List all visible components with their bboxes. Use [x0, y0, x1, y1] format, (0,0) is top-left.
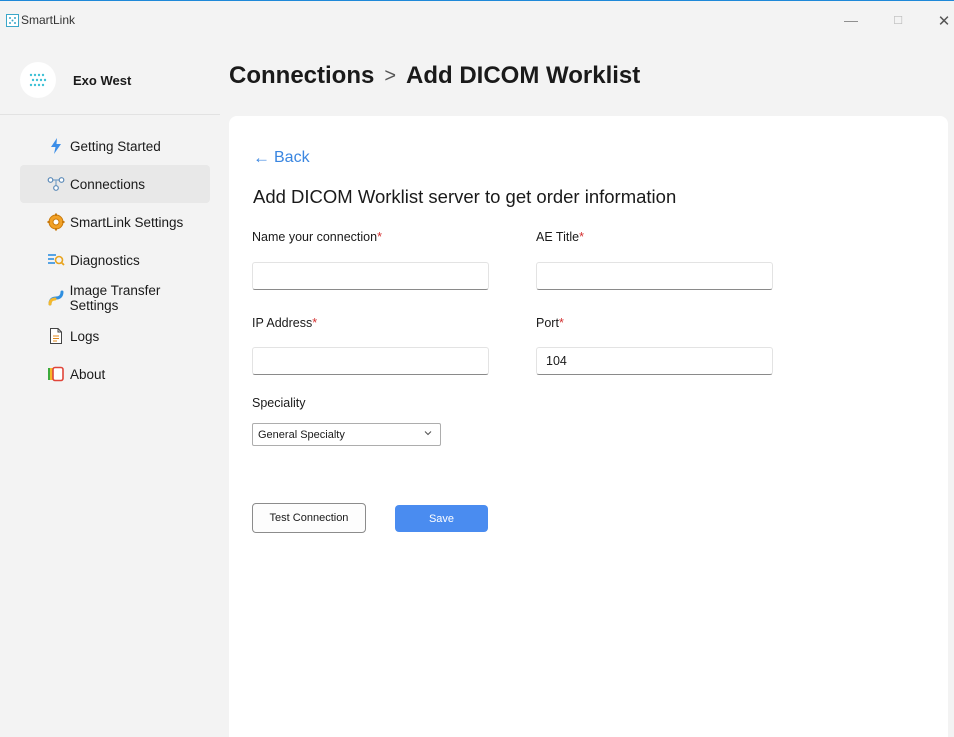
save-button[interactable]: Save: [395, 505, 488, 532]
exo-logo-icon: [29, 73, 47, 87]
content-card: ← Back Add DICOM Worklist server to get …: [229, 116, 948, 737]
transfer-icon: [46, 288, 66, 308]
about-icon: [46, 364, 66, 384]
sidebar: Exo West Getting Started Connections Sma…: [0, 40, 220, 737]
speciality-select[interactable]: General Specialty: [252, 423, 441, 446]
breadcrumb: Connections > Add DICOM Worklist: [229, 62, 640, 90]
close-button[interactable]: ✕: [934, 12, 954, 30]
sidebar-item-label: Logs: [70, 328, 100, 344]
profile[interactable]: Exo West: [20, 60, 131, 100]
smartlink-logo-icon: [6, 14, 19, 27]
label-text: AE Title: [536, 230, 580, 244]
test-connection-button[interactable]: Test Connection: [252, 503, 366, 533]
sidebar-item-image-transfer-settings[interactable]: Image Transfer Settings: [20, 279, 210, 317]
maximize-button[interactable]: ☐: [888, 14, 908, 27]
sidebar-item-label: Image Transfer Settings: [69, 283, 161, 313]
label-text: IP Address: [252, 316, 313, 330]
speciality-selected: General Specialty: [258, 428, 345, 441]
title-bar: SmartLink — ☐ ✕: [0, 0, 954, 40]
ip-address-input[interactable]: [252, 347, 489, 375]
port-label: Port*: [536, 316, 564, 330]
required-marker: *: [579, 230, 584, 244]
divider: [0, 114, 220, 115]
sidebar-item-label: Connections: [70, 176, 146, 192]
breadcrumb-separator: >: [384, 64, 397, 87]
sidebar-item-logs[interactable]: Logs: [20, 317, 210, 355]
label-text: Name your connection: [252, 230, 378, 244]
ae-title-input[interactable]: [536, 262, 773, 290]
section-heading: Add DICOM Worklist server to get order i…: [253, 186, 677, 207]
breadcrumb-parent[interactable]: Connections: [229, 62, 374, 90]
chevron-down-icon: [424, 429, 432, 438]
sidebar-item-getting-started[interactable]: Getting Started: [20, 127, 210, 165]
page-title: Add DICOM Worklist: [406, 62, 641, 89]
required-marker: *: [312, 316, 318, 330]
window-title: SmartLink: [21, 13, 76, 27]
network-icon: [46, 174, 66, 194]
diagnostics-icon: [46, 250, 66, 270]
required-marker: *: [558, 316, 564, 330]
lightning-icon: [46, 136, 66, 156]
label-text: Port: [536, 316, 559, 330]
sidebar-item-label: Getting Started: [70, 138, 161, 154]
sidebar-item-connections[interactable]: Connections: [20, 165, 210, 203]
port-input[interactable]: [536, 347, 773, 375]
back-label: Back: [274, 149, 310, 166]
sidebar-item-label: SmartLink Settings: [70, 214, 184, 230]
minimize-button[interactable]: —: [841, 12, 861, 28]
connection-name-label: Name your connection*: [252, 230, 382, 244]
back-link[interactable]: ← Back: [253, 148, 310, 168]
arrow-left-icon: ←: [253, 148, 270, 167]
sidebar-nav: Getting Started Connections SmartLink Se…: [20, 127, 210, 393]
required-marker: *: [377, 230, 382, 244]
sidebar-item-label: Diagnostics: [70, 252, 140, 268]
sidebar-item-about[interactable]: About: [20, 355, 210, 393]
sidebar-item-label: About: [70, 366, 106, 382]
sidebar-item-diagnostics[interactable]: Diagnostics: [20, 241, 210, 279]
speciality-label: Speciality: [252, 396, 306, 410]
ip-address-label: IP Address*: [252, 316, 317, 330]
gear-icon: [46, 212, 66, 232]
profile-name: Exo West: [73, 72, 132, 88]
avatar: [20, 62, 56, 98]
document-icon: [46, 326, 66, 346]
connection-name-input[interactable]: [252, 262, 489, 290]
sidebar-item-smartlink-settings[interactable]: SmartLink Settings: [20, 203, 210, 241]
ae-title-label: AE Title*: [536, 230, 584, 244]
